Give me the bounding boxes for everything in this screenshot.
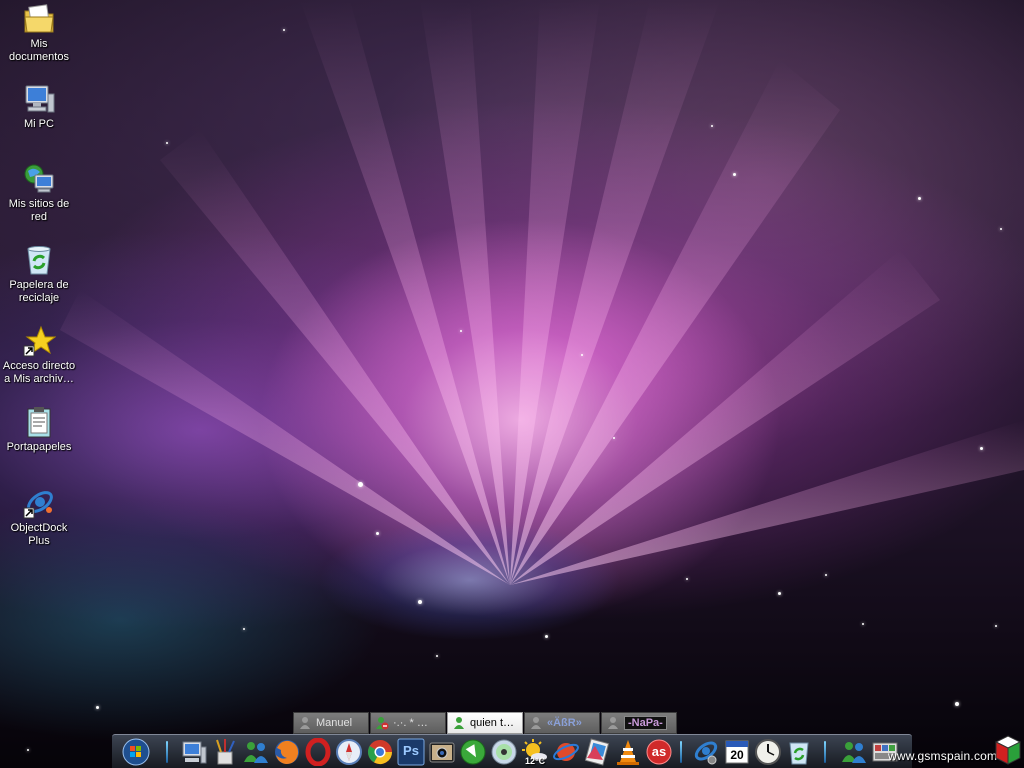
my-computer-icon[interactable] — [180, 738, 208, 766]
watermark-logo-icon — [994, 734, 1022, 766]
clipboard-icon — [22, 405, 56, 439]
buddy-offline-icon — [298, 716, 312, 730]
messenger-tabs: Manuel ·.·. * … quien t… «ÄßR» -NaPa- — [293, 712, 678, 734]
chat-tab-active[interactable]: quien t… — [447, 712, 523, 734]
desktop-icon-shortcut[interactable]: Acceso directo a Mis archiv… — [0, 324, 78, 386]
star-shortcut-icon — [22, 324, 57, 358]
star — [711, 125, 713, 127]
buddy-offline-icon — [606, 716, 620, 730]
dock-separator — [166, 741, 168, 763]
star — [283, 29, 285, 31]
star — [376, 532, 379, 535]
desktop-icon-label: Acceso directo a Mis archiv… — [2, 360, 76, 385]
messenger-contacts-icon[interactable] — [840, 738, 868, 766]
desktop-icon-my-documents[interactable]: Mis documentos — [0, 2, 78, 64]
star — [27, 749, 29, 751]
star — [545, 635, 548, 638]
star — [1000, 228, 1002, 230]
star — [825, 574, 827, 576]
star — [436, 655, 438, 657]
desktop-icon-my-computer[interactable]: Mi PC — [0, 82, 78, 131]
desktop-icon-label: Mis sitios de red — [8, 198, 70, 223]
computer-icon — [22, 82, 56, 116]
lastfm-label: as — [651, 744, 667, 759]
weather-icon[interactable]: 12°C — [521, 738, 549, 766]
star — [995, 625, 997, 627]
watermark-text: www.gsmspain.com — [888, 749, 998, 763]
star — [733, 173, 736, 176]
photoshop-label: Ps — [403, 743, 419, 758]
buddy-busy-icon — [375, 716, 389, 730]
star — [686, 578, 688, 580]
star — [166, 142, 168, 144]
star — [778, 592, 781, 595]
recycle-bin-icon[interactable] — [785, 738, 813, 766]
star — [955, 702, 959, 706]
desktop-icon-label: Mi PC — [24, 118, 54, 130]
chat-tab-abr[interactable]: «ÄßR» — [524, 712, 600, 734]
clock-icon[interactable] — [754, 738, 782, 766]
star — [918, 197, 921, 200]
desktop-icon-clipboard[interactable]: Portapapeles — [0, 405, 78, 454]
desktop[interactable]: Mis documentos Mi PC Mis sitios de red P… — [0, 0, 1024, 768]
desktop-icon-label: Mis documentos — [9, 38, 69, 63]
photoshop-icon[interactable]: Ps — [397, 738, 425, 766]
lastfm-icon[interactable]: as — [645, 738, 673, 766]
calendar-icon[interactable]: 20 — [723, 738, 751, 766]
dock-separator — [824, 741, 826, 763]
cd-icon[interactable] — [490, 738, 518, 766]
objectdock-settings-icon[interactable] — [692, 738, 720, 766]
star — [460, 330, 462, 332]
desktop-icon-network-places[interactable]: Mis sitios de red — [0, 162, 78, 224]
buddy-offline-icon — [529, 716, 543, 730]
opera-icon[interactable] — [304, 737, 332, 767]
buddy-online-icon — [452, 716, 466, 730]
vlc-icon[interactable] — [614, 738, 642, 766]
chat-tab-label: Manuel — [316, 717, 353, 729]
chat-tab-manuel[interactable]: Manuel — [293, 712, 369, 734]
brushes-icon[interactable] — [211, 738, 239, 766]
wallpaper-rays — [60, 0, 1024, 585]
star — [358, 482, 363, 487]
chat-tab-label: «ÄßR» — [547, 717, 582, 729]
desktop-icon-label: ObjectDock Plus — [10, 522, 68, 547]
orbit-icon[interactable] — [552, 738, 580, 766]
star — [418, 600, 422, 604]
safari-icon[interactable] — [335, 738, 363, 766]
chat-tab-label: quien t… — [470, 717, 515, 729]
star — [980, 447, 983, 450]
download-icon[interactable] — [459, 738, 487, 766]
objectdock-icon — [22, 486, 56, 520]
windows-start-orb-icon[interactable] — [122, 738, 150, 766]
pictures-icon[interactable] — [583, 738, 611, 766]
desktop-icon-recycle-bin[interactable]: Papelera de reciclaje — [0, 243, 78, 305]
chrome-icon[interactable] — [366, 738, 394, 766]
firefox-icon[interactable] — [273, 738, 301, 766]
recycle-bin-icon — [22, 243, 56, 277]
chat-tab-napa[interactable]: -NaPa- — [601, 712, 677, 734]
star — [243, 628, 245, 630]
camera-icon[interactable] — [428, 738, 456, 766]
folder-documents-icon — [22, 2, 56, 36]
calendar-day: 20 — [730, 748, 744, 762]
star — [96, 706, 99, 709]
chat-tab-busy[interactable]: ·.·. * … — [370, 712, 446, 734]
chat-tab-label: ·.·. * … — [393, 717, 428, 729]
chat-tab-label: -NaPa- — [624, 716, 667, 730]
object-dock: Ps 12°C as 20 — [112, 734, 912, 768]
desktop-icon-label: Papelera de reciclaje — [9, 279, 69, 304]
desktop-icon-label: Portapapeles — [6, 441, 72, 453]
network-places-icon — [22, 162, 56, 196]
desktop-icon-objectdock[interactable]: ObjectDock Plus — [0, 486, 78, 548]
dock-separator — [680, 741, 682, 763]
msn-messenger-icon[interactable] — [242, 738, 270, 766]
star — [613, 437, 615, 439]
weather-temperature: 12°C — [525, 756, 546, 766]
star — [862, 623, 864, 625]
star — [581, 354, 583, 356]
